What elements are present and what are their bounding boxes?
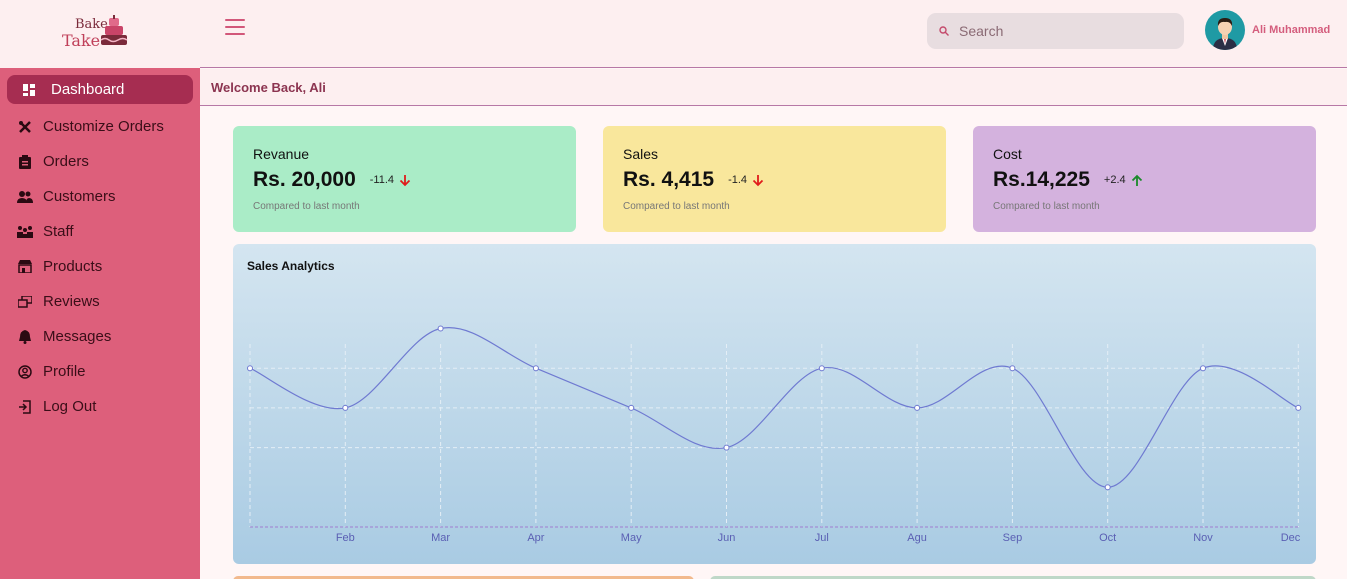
dashboard-icon: [21, 82, 37, 98]
x-tick-label: Agu: [907, 532, 927, 544]
logout-icon: [17, 399, 33, 415]
sidebar-item-label: Customers: [43, 188, 116, 205]
data-point-may: [628, 404, 635, 411]
x-tick-label: Dec: [1281, 532, 1301, 544]
card-subtext: Compared to last month: [623, 201, 730, 212]
sidebar-item-dashboard[interactable]: Dashboard: [7, 75, 193, 104]
sidebar-item-label: Profile: [43, 363, 86, 380]
search-bar[interactable]: [927, 13, 1184, 49]
card-subtext: Compared to last month: [253, 201, 360, 212]
x-tick-label: Apr: [527, 532, 544, 544]
card-change: +2.4: [1103, 174, 1126, 186]
sidebar-item-label: Reviews: [43, 293, 100, 310]
menu-toggle-icon[interactable]: [225, 19, 245, 37]
arrow-up-icon: [1131, 174, 1143, 187]
bell-icon: [17, 329, 33, 345]
sidebar-item-products[interactable]: Products: [0, 249, 200, 284]
staff-icon: [17, 224, 33, 240]
sidebar: Bake Take Dashboard Customize Orders Ord…: [0, 0, 200, 579]
logo-area: Bake Take: [0, 0, 200, 68]
sidebar-item-reviews[interactable]: Reviews: [0, 284, 200, 319]
data-point-dec: [1295, 404, 1302, 411]
x-tick-label: Jul: [815, 532, 829, 544]
top-header: Ali Muhammad: [200, 0, 1347, 68]
sidebar-item-label: Log Out: [43, 398, 97, 415]
data-point-feb: [342, 404, 349, 411]
reviews-icon: [17, 294, 33, 310]
card-subtext: Compared to last month: [993, 201, 1100, 212]
card-value: Rs. 4,415: [623, 168, 715, 191]
welcome-banner: Welcome Back, Ali: [200, 69, 1347, 106]
card-label: Sales: [623, 146, 659, 162]
stat-card-sales: Sales Rs. 4,415 -1.4 Compared to last mo…: [603, 126, 946, 232]
sidebar-item-label: Staff: [43, 223, 74, 240]
data-point-jun: [723, 444, 730, 451]
data-point-nov: [1200, 365, 1206, 372]
search-input[interactable]: [959, 23, 1159, 39]
x-tick-label: Jun: [718, 532, 736, 544]
store-icon: [17, 259, 33, 275]
sidebar-item-messages[interactable]: Messages: [0, 319, 200, 354]
data-point-mar: [437, 325, 444, 332]
chart-canvas: Feb Mar Apr May Jun Jul Agu Sep Oct Nov Dec: [247, 325, 1302, 544]
user-name[interactable]: Ali Muhammad: [1252, 24, 1330, 36]
sidebar-item-profile[interactable]: Profile: [0, 354, 200, 389]
x-tick-label: Sep: [1003, 532, 1023, 544]
sales-analytics-chart: Sales Analytics Feb Mar Apr May Jun Jul Agu Sep…: [233, 244, 1316, 564]
sidebar-nav: Dashboard Customize Orders Orders Custom…: [0, 68, 200, 424]
stat-card-cost: Cost Rs.14,225 +2.4 Compared to last mon…: [973, 126, 1316, 232]
profile-icon: [17, 364, 33, 380]
stat-card-revenue: Revanue Rs. 20,000 -11.4 Compared to las…: [233, 126, 576, 232]
sidebar-item-staff[interactable]: Staff: [0, 214, 200, 249]
sidebar-item-label: Dashboard: [51, 81, 125, 98]
data-point-agu: [914, 404, 921, 411]
card-change: -11.4: [369, 174, 395, 186]
data-point-jan: [247, 365, 253, 372]
clipboard-icon: [17, 154, 33, 170]
sidebar-item-label: Orders: [43, 153, 89, 170]
card-value: Rs.14,225: [993, 168, 1090, 191]
sidebar-item-logout[interactable]: Log Out: [0, 389, 200, 424]
card-label: Cost: [993, 146, 1022, 162]
arrow-down-icon: [752, 174, 764, 187]
x-tick-label: Feb: [336, 532, 355, 544]
sidebar-item-label: Products: [43, 258, 103, 275]
sidebar-item-customize-orders[interactable]: Customize Orders: [0, 109, 200, 144]
card-label: Revanue: [253, 146, 310, 162]
brand-logo[interactable]: Bake Take: [60, 14, 140, 54]
data-point-sep: [1009, 365, 1016, 372]
card-value: Rs. 20,000: [253, 168, 356, 191]
data-point-apr: [532, 365, 539, 372]
x-tick-label: Nov: [1193, 532, 1213, 544]
sidebar-item-orders[interactable]: Orders: [0, 144, 200, 179]
x-tick-label: Oct: [1099, 532, 1116, 544]
avatar[interactable]: [1205, 10, 1245, 50]
users-icon: [17, 189, 33, 205]
sidebar-item-customers[interactable]: Customers: [0, 179, 200, 214]
arrow-down-icon: [399, 174, 411, 187]
cake-icon: [100, 15, 128, 45]
brand-line2: Take: [62, 31, 101, 50]
data-point-oct: [1104, 484, 1111, 491]
x-tick-label: May: [621, 532, 642, 544]
card-change: -1.4: [728, 174, 748, 186]
sidebar-item-label: Customize Orders: [43, 118, 164, 135]
sidebar-item-label: Messages: [43, 328, 112, 345]
x-tick-label: Mar: [431, 532, 450, 544]
data-point-jul: [818, 365, 825, 372]
search-icon: [939, 26, 949, 36]
tools-icon: [17, 119, 33, 135]
